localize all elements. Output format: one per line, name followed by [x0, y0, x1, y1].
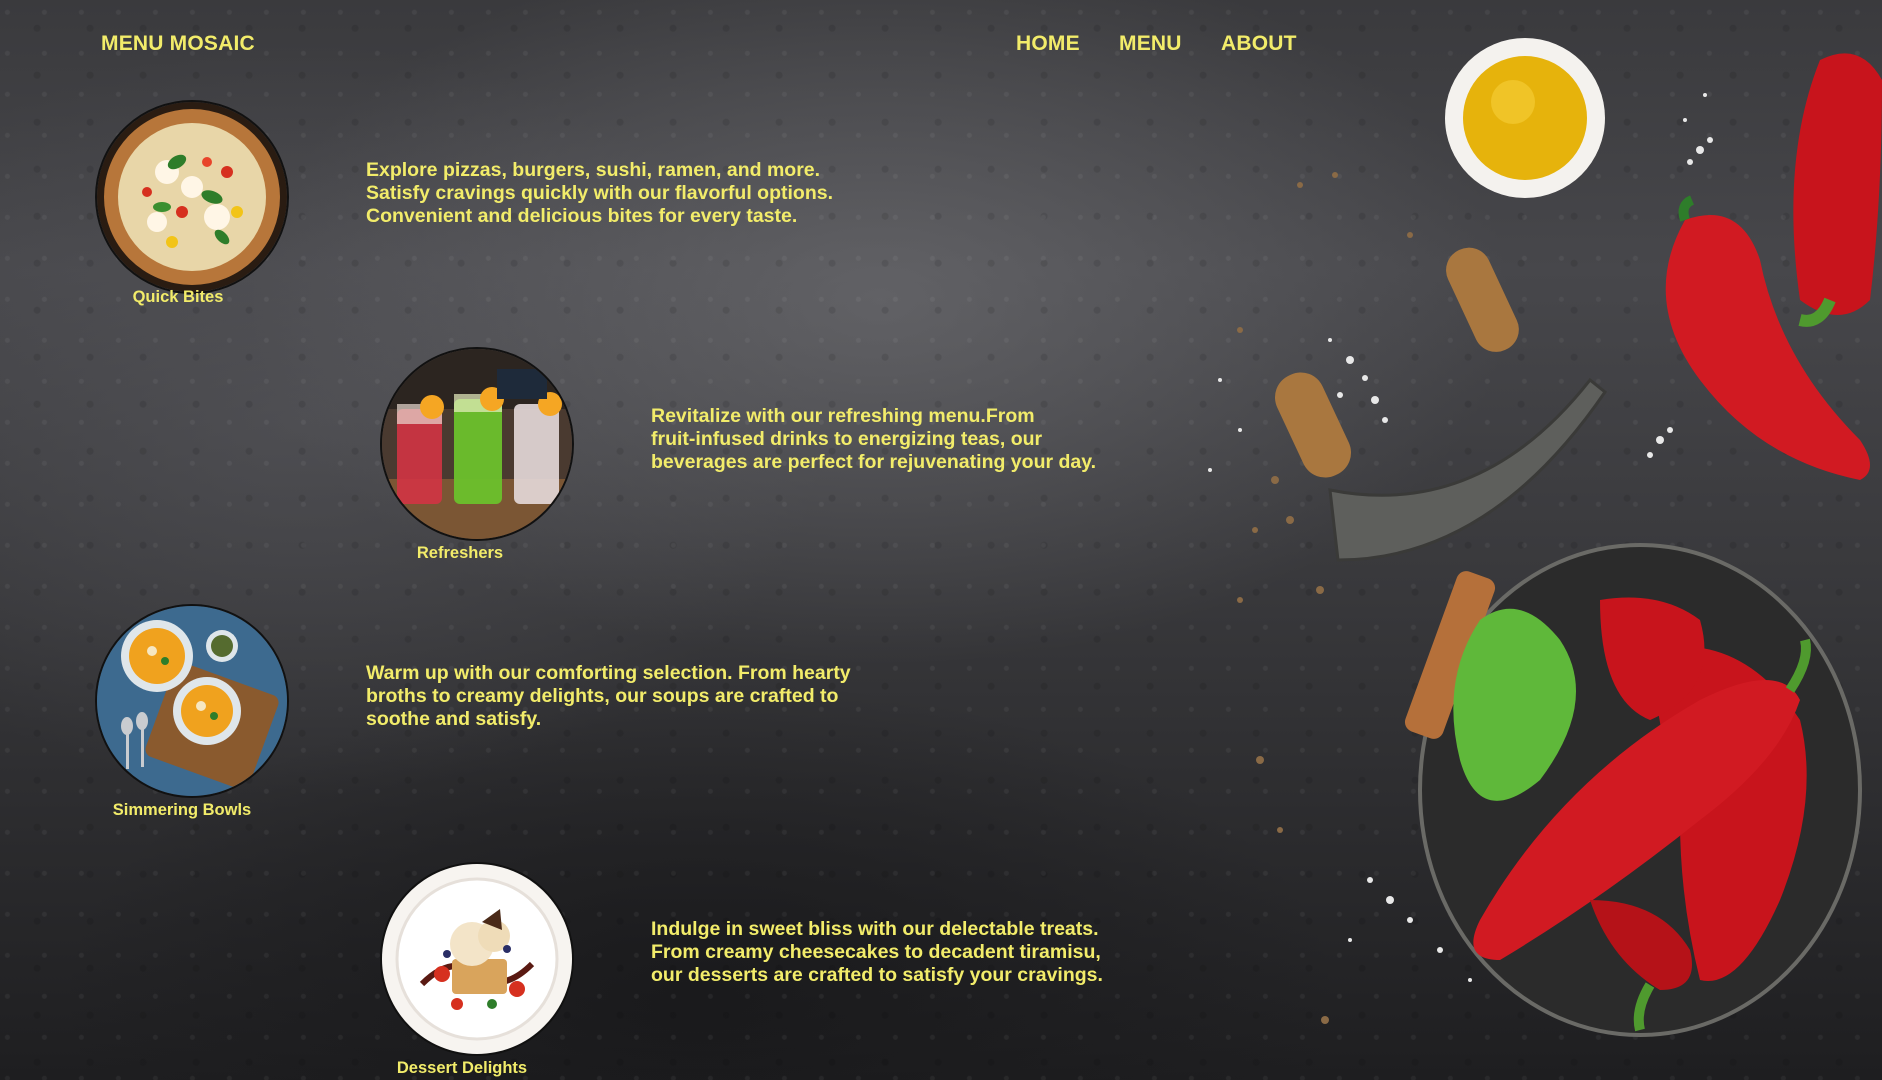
category-description: Warm up with our comforting selection. F…: [366, 662, 926, 731]
description-line: our desserts are crafted to satisfy your…: [651, 964, 1103, 986]
site-logo[interactable]: MENU MOSAIC: [101, 32, 255, 56]
description-line: Explore pizzas, burgers, sushi, ramen, a…: [366, 159, 821, 181]
soup-icon: [97, 606, 287, 796]
category-caption: Simmering Bowls: [112, 801, 252, 819]
category-description: Revitalize with our refreshing menu.From…: [651, 405, 1211, 474]
simmering-bowls-image[interactable]: [95, 604, 289, 798]
nav-menu-link[interactable]: MENU: [1119, 32, 1182, 56]
dessert-delights-image[interactable]: [380, 862, 574, 1056]
refreshers-image[interactable]: [380, 347, 574, 541]
description-line: Indulge in sweet bliss with our delectab…: [651, 918, 1099, 940]
description-line: Satisfy cravings quickly with our flavor…: [366, 182, 834, 204]
oil-bowl-icon: [1445, 38, 1605, 198]
description-line: Convenient and delicious bites for every…: [366, 205, 798, 227]
description-line: Revitalize with our refreshing menu.From: [651, 405, 1035, 427]
dessert-icon: [382, 864, 572, 1054]
description-line: beverages are perfect for rejuvenating y…: [651, 451, 1097, 473]
category-caption: Quick Bites: [132, 288, 224, 306]
description-line: Warm up with our comforting selection. F…: [366, 662, 851, 684]
category-caption: Refreshers: [416, 544, 504, 562]
description-line: fruit-infused drinks to energizing teas,…: [651, 428, 1043, 450]
description-line: broths to creamy delights, our soups are…: [366, 685, 839, 707]
description-line: From creamy cheesecakes to decadent tira…: [651, 941, 1101, 963]
category-description: Explore pizzas, burgers, sushi, ramen, a…: [366, 159, 926, 228]
category-caption: Dessert Delights: [396, 1059, 528, 1077]
red-pepper-icon: [1665, 53, 1882, 480]
drinks-icon: [382, 349, 572, 539]
peppercorns-icon: [1237, 172, 1413, 1024]
mezzaluna-knife-icon: [1274, 247, 1608, 562]
description-line: soothe and satisfy.: [366, 708, 542, 730]
category-description: Indulge in sweet bliss with our delectab…: [651, 918, 1211, 987]
nav-home-link[interactable]: HOME: [1016, 32, 1080, 56]
vegetable-basket-icon: [1404, 543, 1862, 1037]
pizza-icon: [97, 102, 287, 292]
decorative-food-illustration: [1208, 38, 1882, 1037]
quick-bites-image[interactable]: [95, 100, 289, 294]
